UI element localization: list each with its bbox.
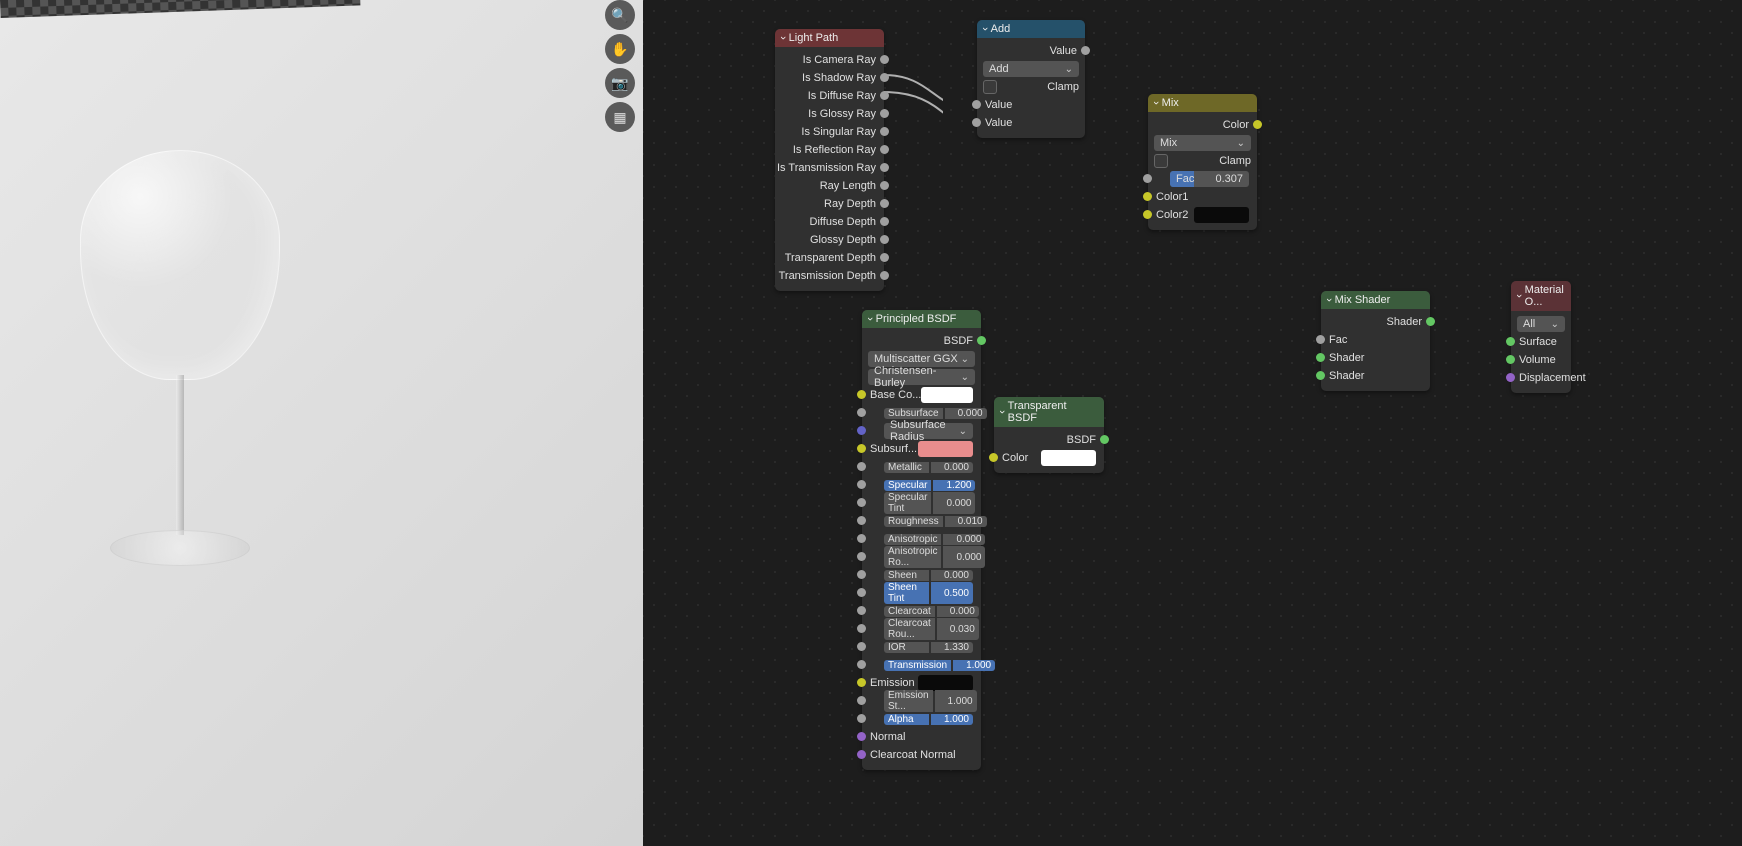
transparent-bsdf-node[interactable]: Transparent BSDF BSDF Color xyxy=(994,397,1104,473)
color-input[interactable]: Color xyxy=(994,449,1104,467)
value-input-1[interactable]: Value xyxy=(977,96,1085,114)
displacement-input[interactable]: Displacement xyxy=(1511,369,1571,387)
clamp-label: Clamp xyxy=(1219,155,1251,167)
emission-swatch[interactable] xyxy=(918,675,973,691)
color-output[interactable]: Color xyxy=(1148,116,1257,134)
clamp-checkbox[interactable] xyxy=(983,80,997,94)
fac-input[interactable]: Fac xyxy=(1321,331,1430,349)
node-header[interactable]: Mix xyxy=(1148,94,1257,112)
lightpath-output-0[interactable]: Is Camera Ray xyxy=(775,51,884,69)
color2-input[interactable]: Color2 xyxy=(1148,206,1257,224)
math-add-node[interactable]: Add Value Add Clamp Value Value xyxy=(977,20,1085,138)
node-header[interactable]: Light Path xyxy=(775,29,884,47)
value-input-2[interactable]: Value xyxy=(977,114,1085,132)
lightpath-output-1[interactable]: Is Shadow Ray xyxy=(775,69,884,87)
lightpath-output-6[interactable]: Is Transmission Ray xyxy=(775,159,884,177)
lightpath-output-7[interactable]: Ray Length xyxy=(775,177,884,195)
math-op-select[interactable]: Add xyxy=(983,61,1079,77)
transparent-bg-edge xyxy=(0,0,360,18)
principled-param-ior[interactable]: IOR1.330 xyxy=(862,638,981,656)
principled-param-specular-tint[interactable]: Specular Tint0.000 xyxy=(862,494,981,512)
value-output[interactable]: Value xyxy=(977,42,1085,60)
color-swatch[interactable] xyxy=(1041,450,1096,466)
surface-input[interactable]: Surface xyxy=(1511,333,1571,351)
node-header[interactable]: Transparent BSDF xyxy=(994,397,1104,427)
pan-icon[interactable]: ✋ xyxy=(605,34,635,64)
node-title: Add xyxy=(991,23,1011,35)
bsdf-output[interactable]: BSDF xyxy=(862,332,981,350)
principled-param-roughness[interactable]: Roughness0.010 xyxy=(862,512,981,530)
clamp-checkbox[interactable] xyxy=(1154,154,1168,168)
principled-bsdf-node[interactable]: Principled BSDF BSDF Multiscatter GGX Ch… xyxy=(862,310,981,770)
lightpath-output-5[interactable]: Is Reflection Ray xyxy=(775,141,884,159)
node-title: Light Path xyxy=(789,32,839,44)
lightpath-output-8[interactable]: Ray Depth xyxy=(775,195,884,213)
node-header[interactable]: Material O... xyxy=(1511,281,1571,311)
lightpath-output-11[interactable]: Transparent Depth xyxy=(775,249,884,267)
wineglass-render xyxy=(60,150,300,600)
emission-strength-input[interactable]: Emission St...1.000 xyxy=(862,692,981,710)
mix-shader-node[interactable]: Mix Shader Shader Fac Shader Shader xyxy=(1321,291,1430,391)
clearcoat-normal-input[interactable]: Clearcoat Normal xyxy=(862,746,981,764)
normal-input[interactable]: Normal xyxy=(862,728,981,746)
mix-rgb-node[interactable]: Mix Color Mix Clamp Fac0.307 Color1 Colo… xyxy=(1148,94,1257,230)
node-title: Mix Shader xyxy=(1335,294,1391,306)
lightpath-output-2[interactable]: Is Diffuse Ray xyxy=(775,87,884,105)
fac-input[interactable]: Fac0.307 xyxy=(1148,170,1257,188)
color1-input[interactable]: Color1 xyxy=(1148,188,1257,206)
principled-param-clearcoat-rou-[interactable]: Clearcoat Rou...0.030 xyxy=(862,620,981,638)
node-editor[interactable]: Light Path Is Camera RayIs Shadow RayIs … xyxy=(643,0,1742,846)
principled-param-subsurface-radius[interactable]: Subsurface Radius xyxy=(862,422,981,440)
light-path-node[interactable]: Light Path Is Camera RayIs Shadow RayIs … xyxy=(775,29,884,291)
material-output-node[interactable]: Material O... All Surface Volume Displac… xyxy=(1511,281,1571,393)
principled-param-sheen-tint[interactable]: Sheen Tint0.500 xyxy=(862,584,981,602)
node-header[interactable]: Mix Shader xyxy=(1321,291,1430,309)
lightpath-output-10[interactable]: Glossy Depth xyxy=(775,231,884,249)
render-viewport[interactable]: 🔍 ✋ 📷 ▦ xyxy=(0,0,643,846)
perspective-icon[interactable]: ▦ xyxy=(605,102,635,132)
shader-input-2[interactable]: Shader xyxy=(1321,367,1430,385)
lightpath-output-4[interactable]: Is Singular Ray xyxy=(775,123,884,141)
principled-param-anisotropic-ro-[interactable]: Anisotropic Ro...0.000 xyxy=(862,548,981,566)
node-title: Transparent BSDF xyxy=(1008,400,1098,424)
zoom-icon[interactable]: 🔍 xyxy=(605,0,635,30)
principled-param-subsurf-[interactable]: Subsurf... xyxy=(862,440,981,458)
node-title: Material O... xyxy=(1525,284,1565,308)
blend-mode-select[interactable]: Mix xyxy=(1154,135,1251,151)
node-header[interactable]: Principled BSDF xyxy=(862,310,981,328)
clamp-label: Clamp xyxy=(1047,81,1079,93)
shader-output[interactable]: Shader xyxy=(1321,313,1430,331)
shader-input-1[interactable]: Shader xyxy=(1321,349,1430,367)
bsdf-output[interactable]: BSDF xyxy=(994,431,1104,449)
principled-param-metallic[interactable]: Metallic0.000 xyxy=(862,458,981,476)
node-header[interactable]: Add xyxy=(977,20,1085,38)
alpha-input[interactable]: Alpha1.000 xyxy=(862,710,981,728)
fac-slider[interactable]: Fac0.307 xyxy=(1170,171,1249,187)
node-title: Mix xyxy=(1162,97,1179,109)
lightpath-output-3[interactable]: Is Glossy Ray xyxy=(775,105,884,123)
camera-icon[interactable]: 📷 xyxy=(605,68,635,98)
color2-swatch[interactable] xyxy=(1194,207,1249,223)
target-select[interactable]: All xyxy=(1517,316,1565,332)
base-color-swatch[interactable] xyxy=(921,387,973,403)
viewport-tool-column: 🔍 ✋ 📷 ▦ xyxy=(605,0,635,132)
sss-method-select[interactable]: Christensen-Burley xyxy=(868,369,975,385)
lightpath-output-9[interactable]: Diffuse Depth xyxy=(775,213,884,231)
node-title: Principled BSDF xyxy=(876,313,957,325)
base-color-input[interactable]: Base Co... xyxy=(862,386,981,404)
volume-input[interactable]: Volume xyxy=(1511,351,1571,369)
principled-param-transmission[interactable]: Transmission1.000 xyxy=(862,656,981,674)
lightpath-output-12[interactable]: Transmission Depth xyxy=(775,267,884,285)
